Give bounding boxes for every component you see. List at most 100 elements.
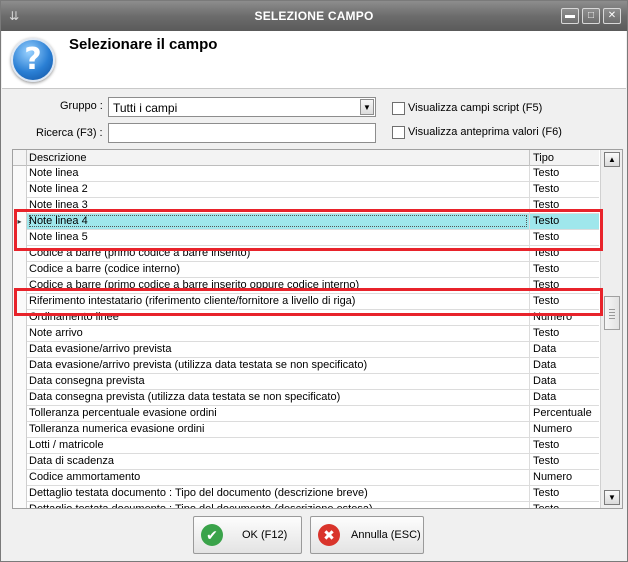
- grip-line: [609, 309, 615, 310]
- table-row[interactable]: Ordinamento linee Numero: [13, 310, 599, 326]
- table-row[interactable]: Data consegna prevista Data: [13, 374, 599, 390]
- table-row[interactable]: Data evasione/arrivo prevista Data: [13, 342, 599, 358]
- cell-separator: [529, 182, 530, 198]
- chk-anteprima-checkbox[interactable]: [392, 126, 405, 139]
- cell-descrizione: Note linea 5: [29, 231, 88, 243]
- grip-line: [609, 318, 615, 319]
- cell-tipo: Testo: [533, 167, 560, 179]
- minimize-icon: ▬: [565, 10, 575, 21]
- cell-descrizione: Note linea: [29, 167, 79, 179]
- cell-tipo: Percentuale: [533, 407, 592, 419]
- cell-descrizione: Ordinamento linee: [29, 311, 119, 323]
- row-indicator-cell: [13, 422, 27, 438]
- row-indicator-cell: [13, 454, 27, 470]
- table-row[interactable]: Tolleranza numerica evasione ordini Numer…: [13, 422, 599, 438]
- chk-anteprima-label[interactable]: Visualizza anteprima valori (F6): [408, 126, 562, 138]
- header-indicator-cell: [13, 150, 27, 166]
- cell-tipo: Data: [533, 391, 557, 403]
- column-separator: [529, 150, 530, 166]
- table-row[interactable]: Dettaglio testata documento : Tipo del d…: [13, 486, 599, 502]
- ok-button[interactable]: ✔ OK (F12): [193, 516, 302, 554]
- scroll-down-button[interactable]: ▼: [604, 490, 620, 505]
- cell-tipo: Testo: [533, 279, 560, 291]
- row-indicator-cell: [13, 198, 27, 214]
- table-row[interactable]: Codice ammortamento Numero: [13, 470, 599, 486]
- vertical-scrollbar[interactable]: ▲ ▼: [600, 150, 622, 508]
- cell-descrizione: Tolleranza percentuale evasione ordini: [29, 407, 217, 419]
- cell-descrizione: Note arrivo: [29, 327, 83, 339]
- table-row[interactable]: Note linea 5 Testo: [13, 230, 599, 246]
- check-icon: ✔: [201, 524, 223, 546]
- arrow-down-icon: ▼: [608, 493, 616, 502]
- column-header-tipo[interactable]: Tipo: [533, 152, 554, 164]
- cell-separator: [529, 406, 530, 422]
- row-indicator-cell: [13, 230, 27, 246]
- row-indicator-cell: [13, 438, 27, 454]
- table-row[interactable]: Codice a barre (primo codice a barre ins…: [13, 246, 599, 262]
- row-indicator-cell: [13, 326, 27, 342]
- table-row[interactable]: Dettaglio testata documento : Tipo del d…: [13, 502, 599, 509]
- table-row[interactable]: Lotti / matricole Testo: [13, 438, 599, 454]
- gruppo-select[interactable]: Tutti i campi ▼: [108, 97, 376, 117]
- scroll-thumb[interactable]: [604, 296, 620, 330]
- table-row[interactable]: Note linea 2 Testo: [13, 182, 599, 198]
- table-row[interactable]: Note arrivo Testo: [13, 326, 599, 342]
- cell-separator: [529, 390, 530, 406]
- row-indicator-cell: [13, 358, 27, 374]
- chk-script-checkbox[interactable]: [392, 102, 405, 115]
- chk-script-label[interactable]: Visualizza campi script (F5): [408, 102, 542, 114]
- header-title: Selezionare il campo: [69, 36, 218, 53]
- table-row[interactable]: Note linea 3 Testo: [13, 198, 599, 214]
- table-row[interactable]: Tolleranza percentuale evasione ordini Pe…: [13, 406, 599, 422]
- cell-separator: [529, 502, 530, 508]
- cell-descrizione: Data consegna prevista (utilizza data te…: [29, 391, 341, 403]
- close-icon: ✕: [607, 10, 617, 21]
- cell-tipo: Testo: [533, 295, 560, 307]
- arrow-up-icon: ▲: [608, 155, 616, 164]
- cancel-icon: ✖: [318, 524, 340, 546]
- scroll-up-button[interactable]: ▲: [604, 152, 620, 167]
- close-button[interactable]: ✕: [603, 8, 621, 24]
- minimize-button[interactable]: ▬: [561, 8, 579, 24]
- table-row[interactable]: Riferimento intestatario (riferimento cl…: [13, 294, 599, 310]
- row-indicator-cell: [13, 182, 27, 198]
- table-row[interactable]: Codice a barre (codice interno) Testo: [13, 262, 599, 278]
- cell-separator: [529, 230, 530, 246]
- gruppo-label: Gruppo :: [60, 100, 103, 112]
- title-bar[interactable]: ⇊ SELEZIONE CAMPO ▬ □ ✕: [1, 1, 627, 31]
- table-row[interactable]: Note linea Testo: [13, 166, 599, 182]
- cell-separator: [529, 358, 530, 374]
- table-row[interactable]: Data di scadenza Testo: [13, 454, 599, 470]
- cell-tipo: Testo: [533, 263, 560, 275]
- fields-grid[interactable]: Descrizione Tipo Note linea Testo Note lin…: [12, 149, 623, 509]
- cell-tipo: Testo: [533, 215, 560, 227]
- ok-button-label: OK (F12): [242, 529, 288, 541]
- maximize-button[interactable]: □: [582, 8, 600, 24]
- cell-descrizione: Note linea 4: [29, 215, 527, 227]
- table-row[interactable]: ▸ Note linea 4 Testo: [13, 214, 599, 230]
- table-row[interactable]: Codice a barre (primo codice a barre ins…: [13, 278, 599, 294]
- chevron-down-icon[interactable]: ▼: [360, 99, 374, 115]
- row-indicator-cell: [13, 406, 27, 422]
- cell-separator: [529, 262, 530, 278]
- table-row[interactable]: Data evasione/arrivo prevista (utilizza …: [13, 358, 599, 374]
- cell-descrizione: Dettaglio testata documento : Tipo del d…: [29, 503, 373, 509]
- maximize-icon: □: [587, 10, 595, 21]
- row-indicator-cell: [13, 486, 27, 502]
- table-row[interactable]: Data consegna prevista (utilizza data te…: [13, 390, 599, 406]
- row-indicator-cell: [13, 246, 27, 262]
- cell-descrizione: Codice ammortamento: [29, 471, 141, 483]
- row-indicator-cell: [13, 390, 27, 406]
- search-input[interactable]: [108, 123, 376, 143]
- cell-descrizione: Data evasione/arrivo prevista (utilizza …: [29, 359, 368, 371]
- annulla-button[interactable]: ✖ Annulla (ESC): [310, 516, 424, 554]
- cell-descrizione: Tolleranza numerica evasione ordini: [29, 423, 205, 435]
- cell-separator: [529, 470, 530, 486]
- cell-tipo: Numero: [533, 311, 573, 323]
- grid-rows: Note linea Testo Note linea 2 Testo Note lin…: [13, 166, 599, 509]
- cell-descrizione: Note linea 3: [29, 199, 88, 211]
- cell-separator: [529, 486, 530, 502]
- column-header-descrizione[interactable]: Descrizione: [29, 152, 86, 164]
- row-indicator-cell: [13, 166, 27, 182]
- row-indicator-cell: [13, 502, 27, 508]
